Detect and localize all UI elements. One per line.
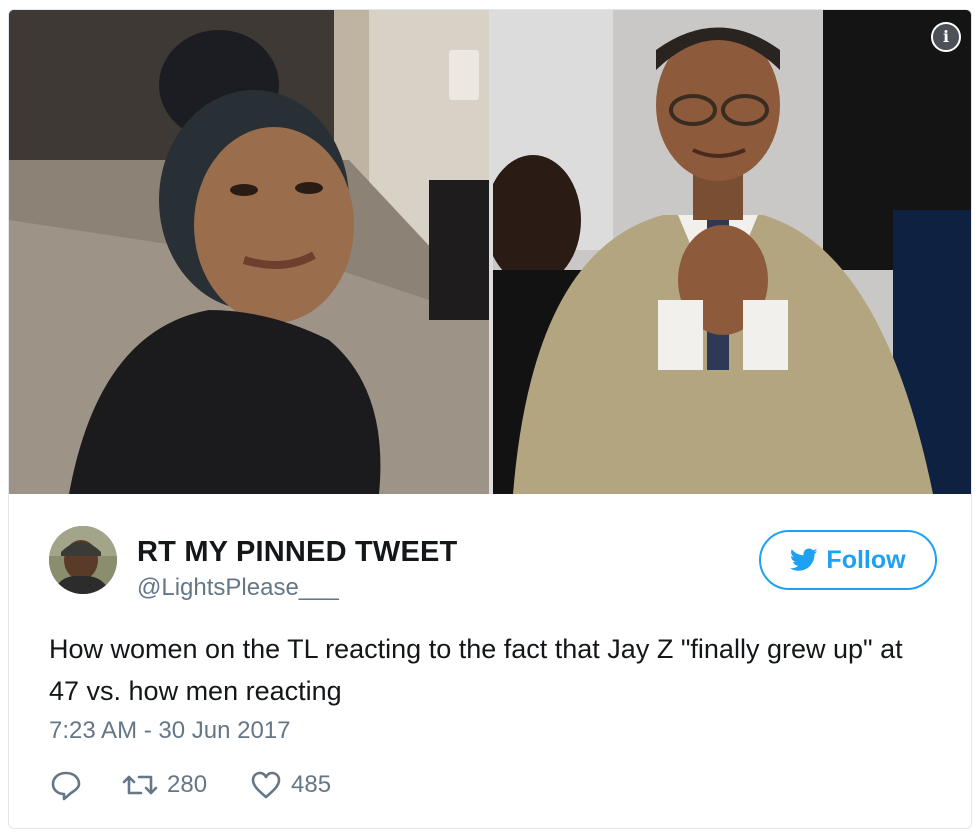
- avatar[interactable]: [49, 526, 117, 594]
- author-handle[interactable]: @LightsPlease___: [137, 574, 339, 602]
- follow-button[interactable]: Follow: [759, 530, 937, 590]
- media-photo-right[interactable]: [493, 10, 971, 494]
- woman-photo: [9, 10, 489, 494]
- like-count: 485: [291, 771, 332, 798]
- reply-icon: [51, 771, 81, 801]
- tweet-actions: 280 485: [49, 765, 331, 805]
- media-photo-left[interactable]: [9, 10, 489, 494]
- follow-label: Follow: [826, 545, 906, 574]
- tweet-author: RT MY PINNED TWEET @LightsPlease___ Foll…: [49, 520, 937, 602]
- twitter-bird-icon: [790, 548, 818, 571]
- like-button[interactable]: 485: [249, 768, 331, 802]
- retweet-icon: [122, 775, 158, 795]
- tweet-card: i RT MY PINNED TWEET @LightsPlease___ Fo…: [8, 9, 972, 829]
- tweet-media[interactable]: i: [9, 10, 971, 494]
- avatar-image: [49, 526, 117, 594]
- man-photo: [493, 10, 971, 494]
- reply-button[interactable]: [49, 768, 83, 802]
- info-icon[interactable]: i: [931, 22, 961, 52]
- heart-icon: [251, 771, 281, 799]
- tweet-timestamp[interactable]: 7:23 AM - 30 Jun 2017: [49, 717, 291, 745]
- retweet-button[interactable]: 280: [121, 768, 207, 802]
- tweet-text: How women on the TL reacting to the fact…: [49, 634, 903, 706]
- retweet-count: 280: [167, 771, 208, 798]
- author-display-name[interactable]: RT MY PINNED TWEET: [137, 536, 457, 569]
